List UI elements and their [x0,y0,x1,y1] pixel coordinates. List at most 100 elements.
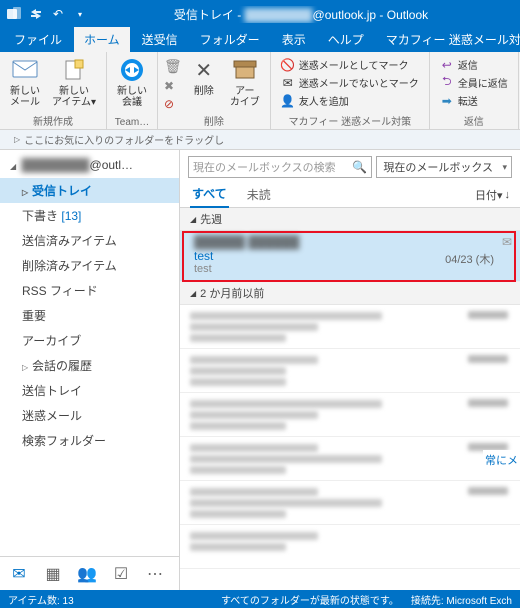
expand-icon: ▷ [22,363,32,372]
junk-dropdown-icon[interactable]: ⊘ [164,97,182,111]
archive-button[interactable]: アー カイブ [226,54,264,110]
nav-tasks-icon[interactable]: ☑ [110,563,132,585]
add-friend-button[interactable]: 👤 友人を追加 [277,92,423,109]
tab-mcafee[interactable]: マカフィー 迷惑メール対策 [376,27,520,52]
filter-unread[interactable]: 未読 [245,182,273,207]
favorites-hint: ここにお気に入りのフォルダーをドラッグし [24,132,224,147]
folder-outbox[interactable]: 送信トレイ [0,378,179,403]
mark-junk-button[interactable]: 🚫迷惑メールとしてマーク [277,56,423,73]
notjunk-icon: ✉ [281,76,295,90]
filter-all[interactable]: すべて [190,181,229,208]
status-item-count: アイテム数: 13 [8,592,74,607]
add-friend-icon: 👤 [281,94,295,108]
filter-row: すべて 未読 日付▾ ↓ [180,182,520,208]
title-prefix: 受信トレイ - [174,8,245,22]
reply-all-icon: ⮌ [440,76,454,90]
new-meeting-label: 新しい 会議 [117,86,147,108]
message-item-blurred[interactable] [180,481,520,525]
outlook-icon [6,6,22,22]
collapse-icon: ◢ [190,289,196,298]
tab-send-receive[interactable]: 送受信 [132,27,188,52]
ribbon-group-mcafee: 🚫迷惑メールとしてマーク ✉迷惑メールでないとマーク 👤友人を追加 マカフィー … [271,52,430,129]
group-header-older[interactable]: ◢ 2 か月前以前 [180,282,520,305]
folder-label: 下書き [22,209,58,223]
group-label: 先週 [200,211,222,227]
mark-notjunk-button[interactable]: ✉ 迷惑メールでないとマーク [277,74,423,91]
folder-conversation[interactable]: ▷会話の履歴 [0,353,179,378]
account-suffix: @outl… [90,158,134,172]
folder-junk[interactable]: 迷惑メール [0,403,179,428]
tab-view[interactable]: 表示 [272,27,316,52]
title-bar: ↶ ▾ 受信トレイ - ████████@outlook.jp - Outloo… [0,0,520,28]
nav-bar: ✉ ▦ 👥 ☑ ⋯ [0,556,179,590]
ribbon-tabs: ファイル ホーム 送受信 フォルダー 表示 ヘルプ マカフィー 迷惑メール対策 … [0,28,520,52]
folder-drafts[interactable]: 下書き [13] [0,203,179,228]
tab-help[interactable]: ヘルプ [318,27,374,52]
reply-button[interactable]: ↩返信 [436,56,512,73]
undo-icon[interactable]: ↶ [50,6,66,22]
message-item[interactable]: ██████ ██████ test test 04/23 (木) ✉ [180,231,520,282]
nav-more-icon[interactable]: ⋯ [144,563,166,585]
group-label: 2 か月前以前 [200,285,264,301]
reply-icon: ↩ [440,58,454,72]
account-name-blur: ████████ [22,158,90,172]
nav-people-icon[interactable]: 👥 [76,563,98,585]
message-item-blurred[interactable] [180,525,520,569]
sort-button[interactable]: 日付▾ ↓ [475,187,510,203]
envelope-open-icon: ✉ [502,235,512,249]
nav-mail-icon[interactable]: ✉ [8,563,30,585]
tab-folder[interactable]: フォルダー [190,27,270,52]
qat-dropdown-icon[interactable]: ▾ [72,6,88,22]
account-header[interactable]: ◢ ████████@outl… [0,150,179,178]
folder-rss[interactable]: RSS フィード [0,278,179,303]
folder-important[interactable]: 重要 [0,303,179,328]
window-title: 受信トレイ - ████████@outlook.jp - Outlook [88,6,514,23]
folder-archive[interactable]: アーカイブ [0,328,179,353]
search-icon[interactable]: 🔍 [352,160,367,174]
ribbon-group-reply: ↩返信 ⮌全員に返信 ➡転送 返信 [430,52,519,129]
main-area: ◢ ████████@outl… ▷受信トレイ 下書き [13] 送信済みアイテ… [0,150,520,590]
message-item-blurred[interactable] [180,305,520,349]
add-friend-label: 友人を追加 [299,93,349,108]
forward-label: 転送 [458,93,478,108]
ribbon-group-teamviewer: 新しい 会議 Team… [107,52,158,129]
group-header-lastweek[interactable]: ◢ 先週 [180,208,520,231]
new-item-button[interactable]: 新しい アイテム▾ [48,54,100,110]
nav-calendar-icon[interactable]: ▦ [42,563,64,585]
ignore-icon[interactable]: 🗑 [164,58,182,75]
folder-inbox[interactable]: ▷受信トレイ [0,178,179,203]
mark-notjunk-label: 迷惑メールでないとマーク [299,75,419,90]
sort-direction-icon: ↓ [505,189,511,201]
folder-label: 会話の履歴 [32,359,92,373]
message-item-blurred[interactable] [180,437,520,481]
delete-button[interactable]: ✕ 削除 [186,54,222,99]
status-connection: 接続先: Microsoft Exch [411,592,512,607]
tab-file[interactable]: ファイル [4,27,72,52]
folder-sent[interactable]: 送信済みアイテム [0,228,179,253]
drafts-count: [13] [61,209,81,223]
message-item-blurred[interactable] [180,349,520,393]
search-row: 現在のメールボックスの検索 🔍 現在のメールボックス [180,150,520,182]
search-scope-label: 現在のメールボックス [383,159,493,175]
cleanup-icon[interactable]: ✖ [164,79,182,93]
quick-access-toolbar: ↶ ▾ [6,6,88,22]
reply-all-label: 全員に返信 [458,75,508,90]
message-date: 04/23 (木) [445,251,494,267]
folder-search[interactable]: 検索フォルダー [0,428,179,453]
forward-button[interactable]: ➡転送 [436,92,512,109]
folder-deleted[interactable]: 削除済みアイテム [0,253,179,278]
reply-all-button[interactable]: ⮌ 全員に返信 [436,74,512,91]
ribbon: 新しい メール 新しい アイテム▾ 新規作成 新しい 会議 Team… 🗑 ✖ … [0,52,520,130]
message-groups: ◢ 先週 ██████ ██████ test test 04/23 (木) ✉… [180,208,520,590]
search-scope-dropdown[interactable]: 現在のメールボックス [376,156,512,178]
tab-home[interactable]: ホーム [74,27,130,52]
folder-list: ▷受信トレイ 下書き [13] 送信済みアイテム 削除済みアイテム RSS フィ… [0,178,179,556]
new-mail-button[interactable]: 新しい メール [6,54,44,110]
send-receive-icon[interactable] [28,6,44,22]
new-meeting-button[interactable]: 新しい 会議 [113,54,151,110]
favorites-strip[interactable]: ▷ ここにお気に入りのフォルダーをドラッグし [0,130,520,150]
message-item-blurred[interactable] [180,393,520,437]
status-folder-state: すべてのフォルダーが最新の状態です。 [221,592,399,607]
delete-icon: ✕ [190,56,218,84]
search-input[interactable]: 現在のメールボックスの検索 🔍 [188,156,372,178]
